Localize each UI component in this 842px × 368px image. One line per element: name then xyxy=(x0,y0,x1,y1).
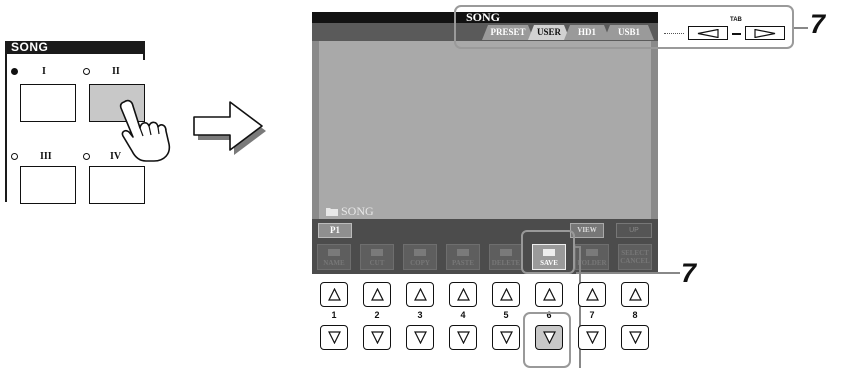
triangle-down-icon xyxy=(586,331,599,344)
paste-button[interactable]: PASTE xyxy=(446,244,480,270)
folder-icon xyxy=(326,208,338,216)
copy-button-label: COPY xyxy=(410,259,430,267)
triangle-up-icon xyxy=(371,288,384,301)
triangle-right-icon xyxy=(754,29,776,38)
triangle-up-icon xyxy=(543,288,556,301)
song-button-iii[interactable] xyxy=(20,166,76,204)
up-button-6[interactable] xyxy=(535,282,563,307)
up-button-3[interactable] xyxy=(406,282,434,307)
tab-callout-outline xyxy=(454,5,794,49)
button-number-8: 8 xyxy=(632,310,638,320)
up-button-2[interactable] xyxy=(363,282,391,307)
cut-icon xyxy=(371,249,383,256)
step-number-bottom: 7 xyxy=(681,258,697,288)
panel-divider xyxy=(143,41,145,60)
page-indicator: P1 xyxy=(318,223,352,238)
song-button-i[interactable] xyxy=(20,84,76,122)
triangle-up-icon xyxy=(500,288,513,301)
delete-icon xyxy=(500,249,512,256)
triangle-up-icon xyxy=(586,288,599,301)
down-button-5[interactable] xyxy=(492,325,520,350)
tab-control-label: TAB xyxy=(730,17,742,23)
triangle-down-icon xyxy=(371,331,384,344)
led-indicator-iii xyxy=(11,153,18,160)
dotted-leader-line xyxy=(664,33,684,34)
triangle-up-icon xyxy=(629,288,642,301)
down-button-8[interactable] xyxy=(621,325,649,350)
song-button-iv[interactable] xyxy=(89,166,145,204)
tab-left-button[interactable] xyxy=(688,26,728,40)
step-number-top: 7 xyxy=(810,9,826,39)
press-highlight-outline xyxy=(523,312,571,368)
current-folder-label: SONG xyxy=(341,204,374,218)
paste-icon xyxy=(457,249,469,256)
button-number-7: 7 xyxy=(589,310,595,320)
arrow-right-icon xyxy=(193,101,266,155)
up-button-7[interactable] xyxy=(578,282,606,307)
name-icon xyxy=(328,249,340,256)
down-button-3[interactable] xyxy=(406,325,434,350)
triangle-up-icon xyxy=(414,288,427,301)
new-folder-icon xyxy=(586,249,598,256)
down-button-4[interactable] xyxy=(449,325,477,350)
name-button-label: NAME xyxy=(323,259,345,267)
up-button-4[interactable] xyxy=(449,282,477,307)
song-panel-title: SONG xyxy=(11,40,49,54)
button-number-1: 1 xyxy=(331,310,337,320)
lcd-screen: SONG PRESET USER HD1 USB1 SONG P1 VIEW U… xyxy=(312,12,658,274)
song-button-label-ii: II xyxy=(112,66,120,77)
button-number-2: 2 xyxy=(374,310,380,320)
down-button-7[interactable] xyxy=(578,325,606,350)
panel-divider xyxy=(5,41,7,202)
up-button-1[interactable] xyxy=(320,282,348,307)
paste-button-label: PASTE xyxy=(451,259,475,267)
pressing-hand-icon xyxy=(119,99,171,162)
select-cancel-button[interactable]: SELECT CANCEL xyxy=(618,244,652,270)
song-button-label-i: I xyxy=(42,66,46,77)
cut-button-label: CUT xyxy=(369,259,385,267)
button-number-5: 5 xyxy=(503,310,509,320)
up-button-5[interactable] xyxy=(492,282,520,307)
led-indicator-i xyxy=(11,68,18,75)
song-button-label-iii: III xyxy=(40,151,52,162)
song-panel-header: SONG xyxy=(5,40,145,54)
copy-icon xyxy=(414,249,426,256)
up-button-8[interactable] xyxy=(621,282,649,307)
delete-button[interactable]: DELETE xyxy=(489,244,523,270)
triangle-down-icon xyxy=(414,331,427,344)
button-number-3: 3 xyxy=(417,310,423,320)
callout-leader-line xyxy=(576,272,680,274)
delete-button-label: DELETE xyxy=(491,259,521,267)
tab-dash xyxy=(732,33,741,35)
tab-right-button[interactable] xyxy=(745,26,785,40)
callout-connector-line xyxy=(575,246,581,248)
cut-button[interactable]: CUT xyxy=(360,244,394,270)
triangle-left-icon xyxy=(697,29,719,38)
file-list-area[interactable] xyxy=(319,41,651,221)
select-cancel-label: SELECT CANCEL xyxy=(620,249,650,265)
down-button-1[interactable] xyxy=(320,325,348,350)
triangle-down-icon xyxy=(500,331,513,344)
callout-leader-line xyxy=(794,27,808,29)
triangle-down-icon xyxy=(328,331,341,344)
copy-button[interactable]: COPY xyxy=(403,244,437,270)
triangle-up-icon xyxy=(457,288,470,301)
save-highlight-outline xyxy=(521,230,575,274)
triangle-down-icon xyxy=(629,331,642,344)
up-button[interactable]: UP xyxy=(616,223,652,238)
triangle-up-icon xyxy=(328,288,341,301)
triangle-down-icon xyxy=(457,331,470,344)
down-button-2[interactable] xyxy=(363,325,391,350)
button-number-4: 4 xyxy=(460,310,466,320)
name-button[interactable]: NAME xyxy=(317,244,351,270)
led-indicator-iv xyxy=(83,153,90,160)
led-indicator-ii xyxy=(83,68,90,75)
view-button[interactable]: VIEW xyxy=(570,223,604,238)
